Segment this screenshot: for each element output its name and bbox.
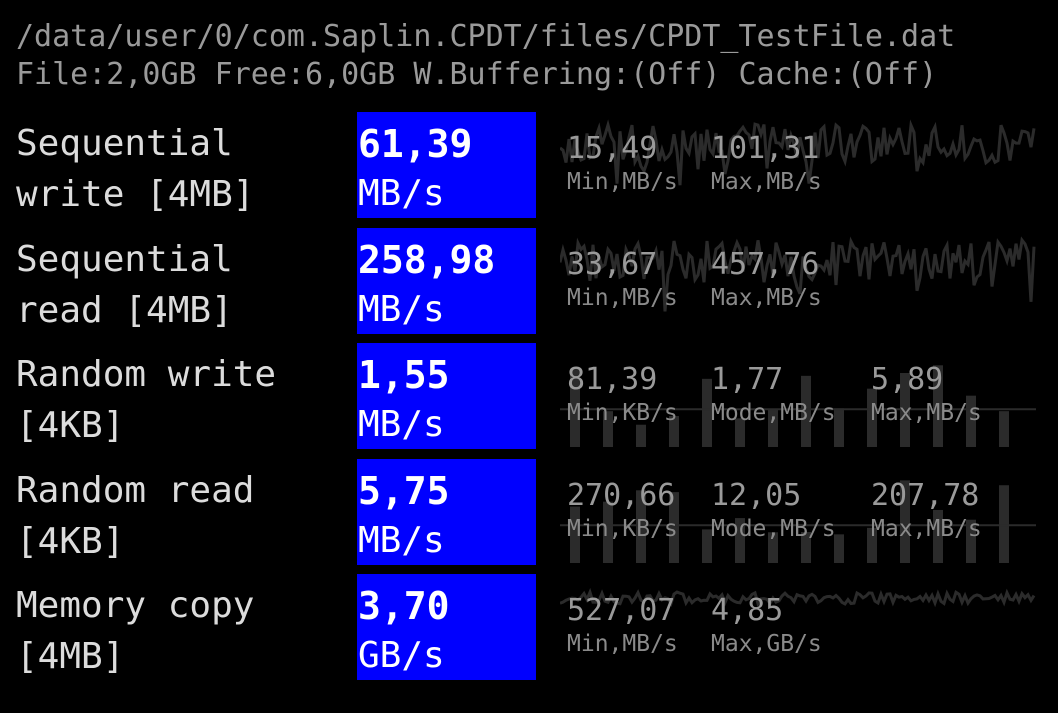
stat-min: 527,07 Min,MB/s xyxy=(567,592,678,658)
stat-value: 207,78 xyxy=(871,478,980,513)
stat-caption: Max,MB/s xyxy=(871,400,982,426)
result-unit: MB/s xyxy=(358,404,445,445)
stat-value: 33,67 xyxy=(567,247,658,282)
stat-mode: 1,77 Mode,MB/s xyxy=(711,361,836,427)
test-name: Sequential write [4MB] xyxy=(16,123,255,215)
stat-max: 4,85 Max,GB/s xyxy=(711,592,822,658)
result-value: 5,75 xyxy=(358,469,450,513)
stat-max: 207,78 Max,MB/s xyxy=(871,477,982,543)
stat-caption: Min,MB/s xyxy=(567,631,678,657)
result-value-box: 3,70 GB/s xyxy=(357,574,536,680)
result-value: 61,39 xyxy=(358,122,473,166)
stat-max: 101,31 Max,MB/s xyxy=(711,130,822,196)
test-name: Sequential read [4MB] xyxy=(16,239,233,331)
stat-max: 5,89 Max,MB/s xyxy=(871,361,982,427)
graph-bar xyxy=(999,411,1009,447)
stat-value: 5,89 xyxy=(871,362,944,397)
result-value-box: 61,39 MB/s xyxy=(357,112,536,218)
stat-mode: 12,05 Mode,MB/s xyxy=(711,477,836,543)
stat-value: 4,85 xyxy=(711,593,784,628)
stat-value: 527,07 xyxy=(567,593,676,628)
result-unit: MB/s xyxy=(358,173,445,214)
stat-caption: Max,MB/s xyxy=(711,285,822,311)
graph-bar xyxy=(636,424,646,447)
stat-value: 81,39 xyxy=(567,362,658,397)
test-name: Random write [4KB] xyxy=(16,354,277,446)
result-row-memory-copy: Memory copy [4MB] 3,70 GB/s 527,07 Min,M… xyxy=(0,574,1058,680)
stat-max: 457,76 Max,MB/s xyxy=(711,246,822,312)
result-row-sequential-write: Sequential write [4MB] 61,39 MB/s 15,49 … xyxy=(0,112,1058,218)
stat-caption: Mode,MB/s xyxy=(711,400,836,426)
stat-caption: Min,KB/s xyxy=(567,400,678,426)
file-path: /data/user/0/com.Saplin.CPDT/files/CPDT_… xyxy=(16,19,956,54)
stat-value: 101,31 xyxy=(711,131,820,166)
stat-caption: Max,MB/s xyxy=(871,516,982,542)
result-value-box: 258,98 MB/s xyxy=(357,228,536,334)
test-name: Memory copy [4MB] xyxy=(16,585,255,677)
stat-min: 81,39 Min,KB/s xyxy=(567,361,678,427)
result-row-sequential-read: Sequential read [4MB] 258,98 MB/s 33,67 … xyxy=(0,228,1058,334)
graph-bar xyxy=(999,485,1009,563)
result-value: 258,98 xyxy=(358,238,496,282)
result-unit: GB/s xyxy=(358,635,445,676)
stat-caption: Max,MB/s xyxy=(711,169,822,195)
stat-min: 15,49 Min,MB/s xyxy=(567,130,678,196)
result-value: 3,70 xyxy=(358,584,450,628)
result-row-random-write: Random write [4KB] 1,55 MB/s 81,39 Min,K… xyxy=(0,343,1058,449)
result-value-box: 5,75 MB/s xyxy=(357,459,536,565)
test-settings-info: File:2,0GB Free:6,0GB W.Buffering:(Off) … xyxy=(16,57,938,92)
stat-caption: Min,MB/s xyxy=(567,285,678,311)
result-row-random-read: Random read [4KB] 5,75 MB/s 270,66 Min,K… xyxy=(0,459,1058,565)
result-value-box: 1,55 MB/s xyxy=(357,343,536,449)
stat-value: 457,76 xyxy=(711,247,820,282)
stat-min: 270,66 Min,KB/s xyxy=(567,477,678,543)
test-name: Random read [4KB] xyxy=(16,470,255,562)
stat-value: 1,77 xyxy=(711,362,784,397)
result-value: 1,55 xyxy=(358,353,450,397)
stat-value: 270,66 xyxy=(567,478,676,513)
stat-value: 15,49 xyxy=(567,131,658,166)
result-unit: MB/s xyxy=(358,520,445,561)
stat-caption: Max,GB/s xyxy=(711,631,822,657)
stat-caption: Mode,MB/s xyxy=(711,516,836,542)
stat-caption: Min,MB/s xyxy=(567,169,678,195)
stat-caption: Min,KB/s xyxy=(567,516,678,542)
stat-value: 12,05 xyxy=(711,478,802,513)
stat-min: 33,67 Min,MB/s xyxy=(567,246,678,312)
result-unit: MB/s xyxy=(358,289,445,330)
